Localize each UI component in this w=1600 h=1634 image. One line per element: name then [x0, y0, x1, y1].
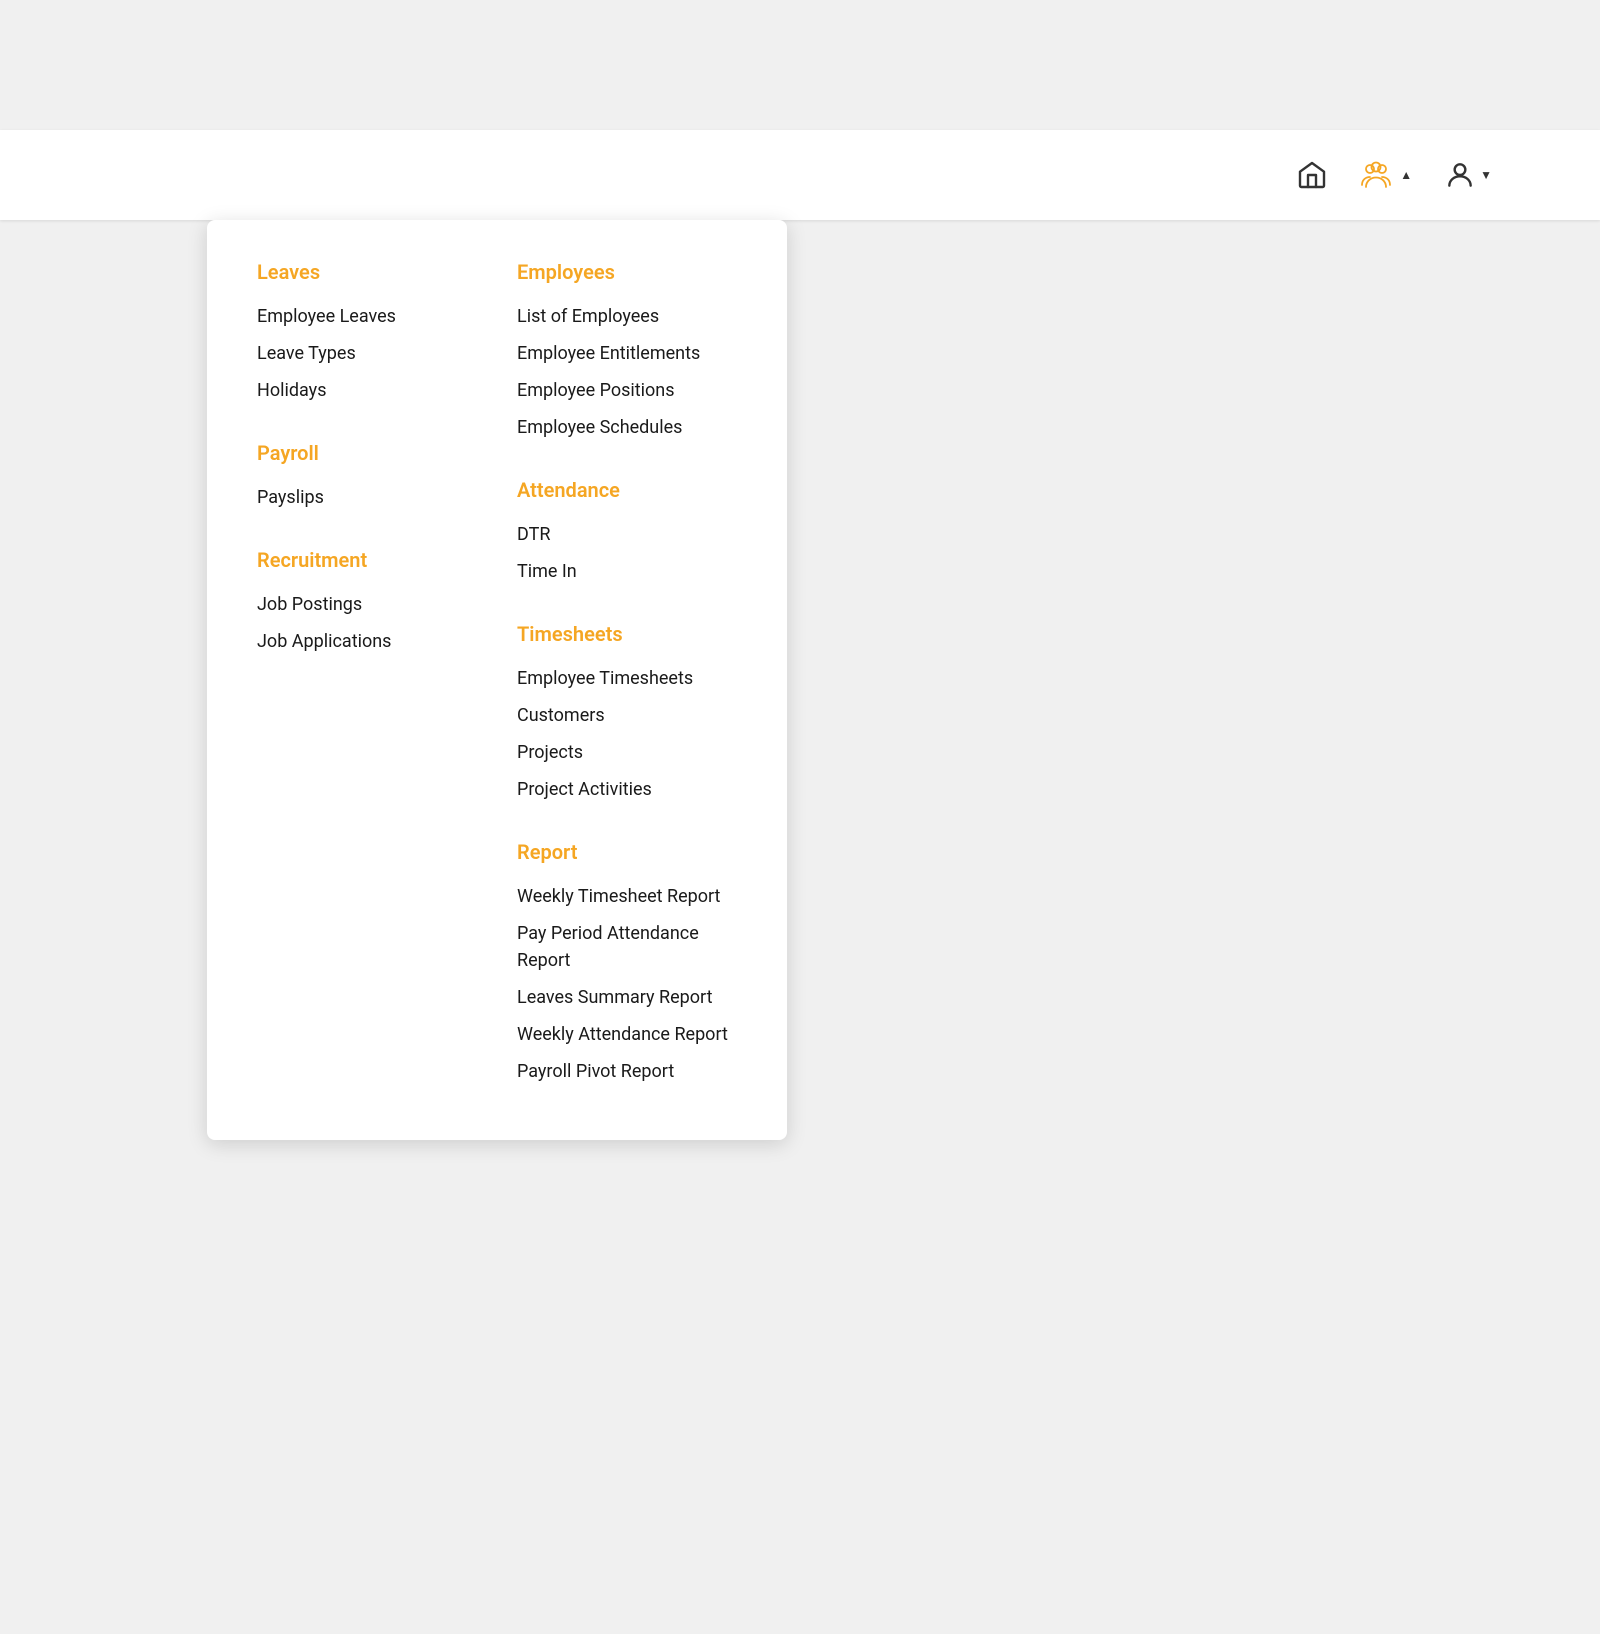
background-bottom: [0, 1284, 1600, 1634]
home-icon: [1296, 159, 1328, 191]
timesheets-section: Timesheets Employee Timesheets Customers…: [517, 622, 737, 808]
user-icon: [1444, 159, 1476, 191]
report-section: Report Weekly Timesheet Report Pay Perio…: [517, 840, 737, 1090]
employee-positions-link[interactable]: Employee Positions: [517, 372, 737, 409]
employee-entitlements-link[interactable]: Employee Entitlements: [517, 335, 737, 372]
payslips-link[interactable]: Payslips: [257, 479, 457, 516]
payroll-section: Payroll Payslips: [257, 441, 457, 516]
projects-link[interactable]: Projects: [517, 734, 737, 771]
pay-period-attendance-report-link[interactable]: Pay Period Attendance Report: [517, 915, 737, 979]
leaves-section-title: Leaves: [257, 260, 457, 284]
employees-section-title: Employees: [517, 260, 737, 284]
attendance-section-title: Attendance: [517, 478, 737, 502]
employee-leaves-link[interactable]: Employee Leaves: [257, 298, 457, 335]
job-postings-link[interactable]: Job Postings: [257, 586, 457, 623]
employee-timesheets-link[interactable]: Employee Timesheets: [517, 660, 737, 697]
user-dropdown-arrow: ▼: [1480, 168, 1492, 182]
employee-schedules-link[interactable]: Employee Schedules: [517, 409, 737, 446]
attendance-section: Attendance DTR Time In: [517, 478, 737, 590]
weekly-attendance-report-link[interactable]: Weekly Attendance Report: [517, 1016, 737, 1053]
leaves-summary-report-link[interactable]: Leaves Summary Report: [517, 979, 737, 1016]
dtr-link[interactable]: DTR: [517, 516, 737, 553]
leaves-section: Leaves Employee Leaves Leave Types Holid…: [257, 260, 457, 409]
home-button[interactable]: [1288, 155, 1336, 195]
menu-right-column: Employees List of Employees Employee Ent…: [517, 260, 737, 1090]
time-in-link[interactable]: Time In: [517, 553, 737, 590]
payroll-pivot-report-link[interactable]: Payroll Pivot Report: [517, 1053, 737, 1090]
job-applications-link[interactable]: Job Applications: [257, 623, 457, 660]
weekly-timesheet-report-link[interactable]: Weekly Timesheet Report: [517, 878, 737, 915]
leave-types-link[interactable]: Leave Types: [257, 335, 457, 372]
report-section-title: Report: [517, 840, 737, 864]
employees-section: Employees List of Employees Employee Ent…: [517, 260, 737, 446]
list-of-employees-link[interactable]: List of Employees: [517, 298, 737, 335]
holidays-link[interactable]: Holidays: [257, 372, 457, 409]
user-menu-button[interactable]: ▼: [1436, 155, 1500, 195]
recruitment-section-title: Recruitment: [257, 548, 457, 572]
project-activities-link[interactable]: Project Activities: [517, 771, 737, 808]
people-icon: [1360, 159, 1396, 191]
timesheets-section-title: Timesheets: [517, 622, 737, 646]
recruitment-section: Recruitment Job Postings Job Application…: [257, 548, 457, 660]
payroll-section-title: Payroll: [257, 441, 457, 465]
header-icons: ▲ ▼: [1288, 155, 1500, 195]
people-menu-button[interactable]: ▲: [1352, 155, 1420, 195]
menu-left-column: Leaves Employee Leaves Leave Types Holid…: [257, 260, 457, 1090]
header-bar: ▲ ▼: [0, 130, 1600, 220]
people-dropdown-arrow: ▲: [1400, 168, 1412, 182]
navigation-dropdown: Leaves Employee Leaves Leave Types Holid…: [207, 220, 787, 1140]
customers-link[interactable]: Customers: [517, 697, 737, 734]
